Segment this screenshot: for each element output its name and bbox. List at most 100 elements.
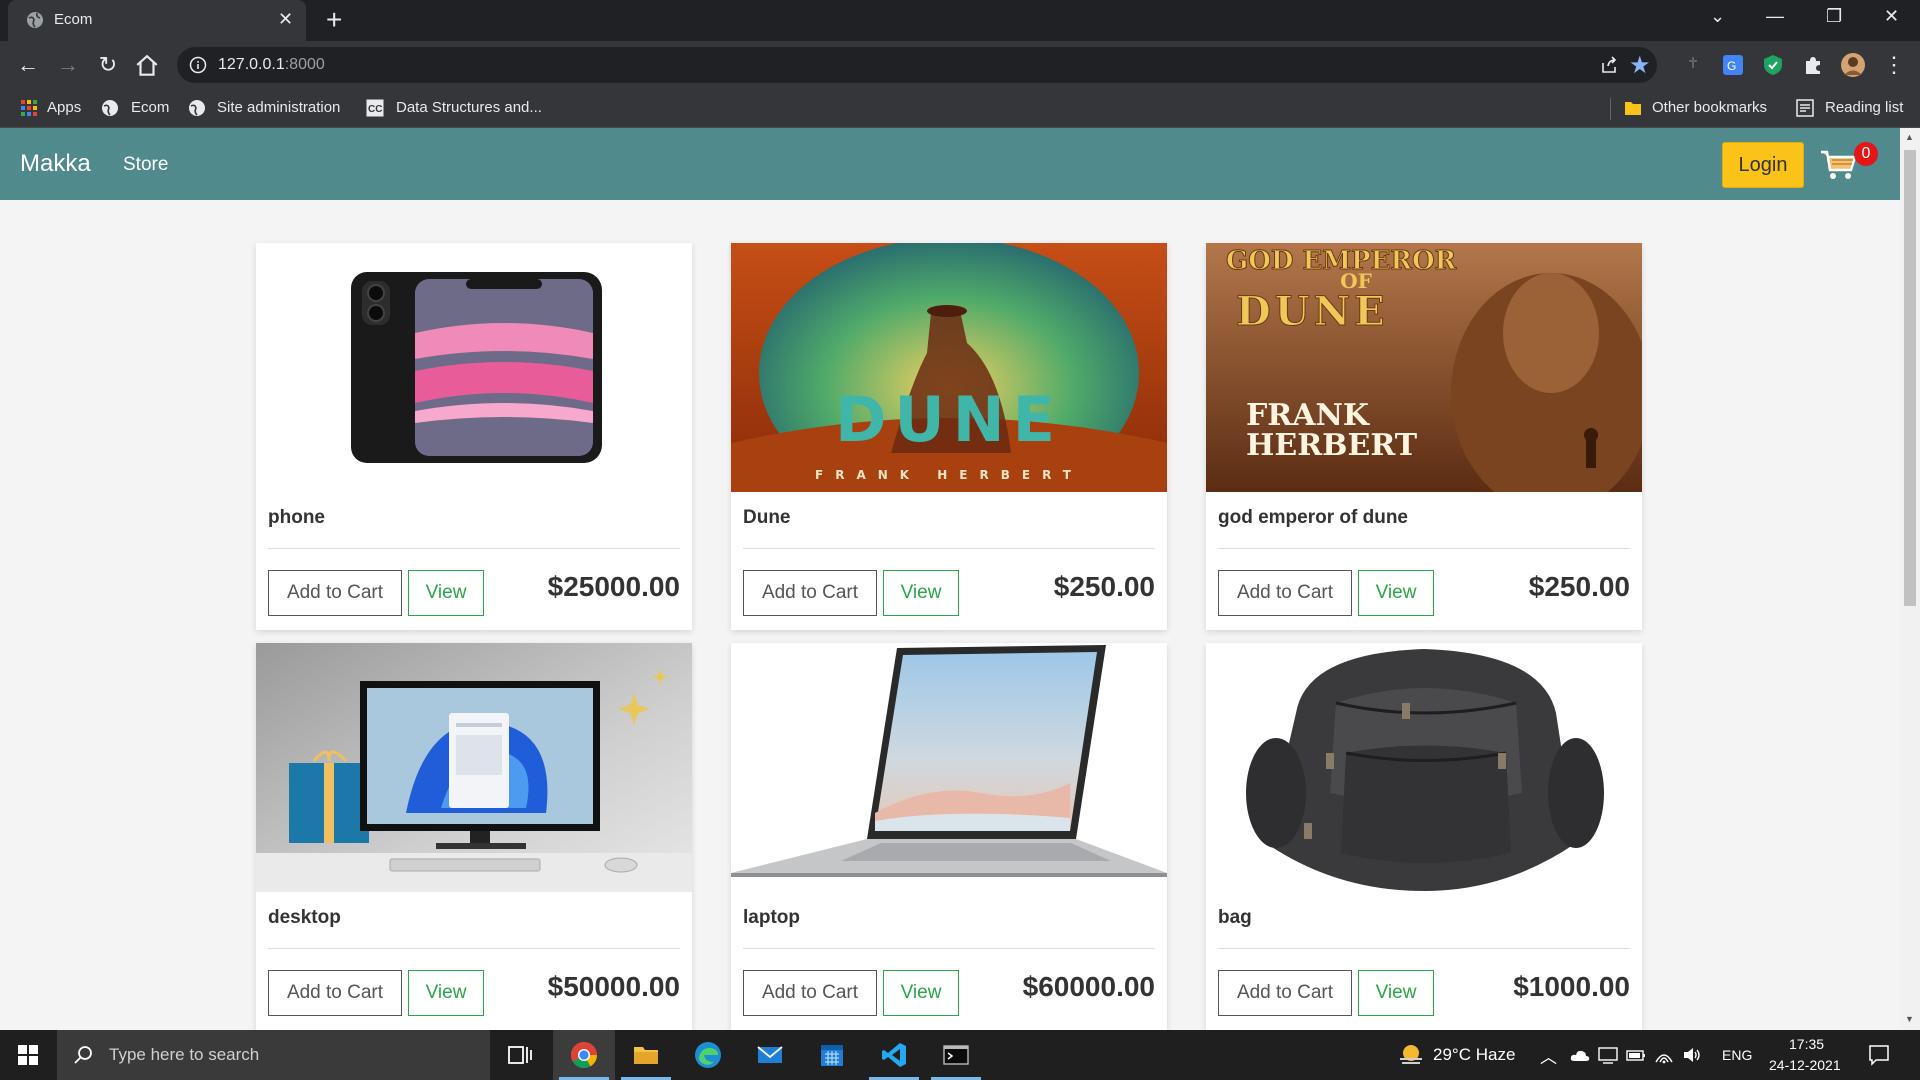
view-button[interactable]: View: [883, 570, 959, 616]
svg-text:CC: CC: [368, 104, 382, 115]
nav-store-link[interactable]: Store: [123, 154, 168, 176]
windows-taskbar: Type here to search 29°C Haze ︿ ENG 17:3…: [0, 1030, 1920, 1080]
taskbar-search-input[interactable]: Type here to search: [57, 1030, 490, 1080]
product-name: god emperor of dune: [1218, 507, 1408, 528]
minimize-icon[interactable]: —: [1766, 6, 1784, 27]
view-button[interactable]: View: [883, 970, 959, 1016]
scroll-down-arrow-icon[interactable]: ▼: [1905, 1014, 1914, 1024]
page-scrollbar[interactable]: ▲ ▼: [1900, 128, 1920, 1030]
bookmark-site-administration[interactable]: Site administration: [217, 99, 340, 116]
add-to-cart-button[interactable]: Add to Cart: [743, 570, 877, 616]
scroll-up-arrow-icon[interactable]: ▲: [1905, 132, 1914, 142]
bookmark-apps[interactable]: Apps: [47, 99, 81, 116]
network-status-icon[interactable]: [1598, 1046, 1618, 1064]
cart-count-badge: 0: [1854, 142, 1878, 166]
forward-icon[interactable]: →: [54, 51, 82, 79]
product-image-phone[interactable]: [256, 243, 692, 492]
product-card: DUNE FRANK HERBERT Dune Add to Cart View…: [731, 243, 1167, 630]
view-button[interactable]: View: [408, 970, 484, 1016]
battery-icon[interactable]: [1626, 1046, 1646, 1064]
product-image-laptop[interactable]: [731, 643, 1167, 892]
shield-extension-icon[interactable]: [1762, 54, 1784, 76]
tab-search-chevron-icon[interactable]: ⌄: [1710, 6, 1725, 27]
product-name: desktop: [268, 907, 341, 928]
clock-date[interactable]: 24-12-2021: [1769, 1057, 1841, 1073]
terminal-icon: [943, 1045, 969, 1065]
taskbar-edge[interactable]: [677, 1030, 739, 1080]
browser-tabstrip: Ecom ✕ + ⌄ — ❐ ✕: [0, 0, 1920, 41]
volume-icon[interactable]: [1682, 1046, 1702, 1064]
bookmarks-bar: Apps Ecom Site administration CC Data St…: [0, 90, 1920, 128]
reload-icon[interactable]: ↻: [94, 51, 122, 79]
add-to-cart-button[interactable]: Add to Cart: [268, 970, 402, 1016]
weather-haze-icon[interactable]: [1398, 1042, 1424, 1068]
share-icon[interactable]: [1599, 55, 1619, 75]
task-view-button[interactable]: [489, 1030, 551, 1080]
product-grid: phone Add to Cart View $25000.00 DUNE FR…: [0, 200, 1900, 1030]
site-navbar: Makka Store Login 0: [0, 128, 1900, 200]
cc-logo-icon: CC: [366, 99, 384, 117]
view-button[interactable]: View: [408, 570, 484, 616]
bookmark-ecom[interactable]: Ecom: [131, 99, 169, 116]
chrome-icon: [570, 1041, 598, 1069]
view-button[interactable]: View: [1358, 970, 1434, 1016]
extensions-puzzle-icon[interactable]: [1802, 54, 1824, 76]
product-price: $250.00: [1053, 571, 1155, 602]
taskbar-mail[interactable]: [739, 1030, 801, 1080]
product-image-dune[interactable]: DUNE FRANK HERBERT: [731, 243, 1167, 492]
clock-time[interactable]: 17:35: [1789, 1036, 1824, 1052]
edge-icon: [695, 1042, 721, 1068]
restore-icon[interactable]: ❐: [1826, 6, 1842, 27]
taskbar-terminal[interactable]: [925, 1030, 987, 1080]
wifi-icon[interactable]: [1654, 1046, 1674, 1064]
reading-list[interactable]: Reading list: [1825, 99, 1903, 116]
view-button[interactable]: View: [1358, 570, 1434, 616]
other-bookmarks[interactable]: Other bookmarks: [1652, 99, 1767, 116]
taskbar-chrome[interactable]: [553, 1030, 615, 1080]
product-image-bag[interactable]: [1206, 643, 1642, 892]
login-button[interactable]: Login: [1722, 142, 1804, 188]
taskbar-calendar[interactable]: [801, 1030, 863, 1080]
onedrive-cloud-icon[interactable]: [1570, 1046, 1590, 1064]
brand-logo[interactable]: Makka: [20, 150, 91, 178]
translate-icon[interactable]: G: [1722, 54, 1744, 76]
taskbar-vscode[interactable]: [863, 1030, 925, 1080]
input-language[interactable]: ENG: [1722, 1047, 1752, 1063]
close-tab-icon[interactable]: ✕: [278, 9, 293, 30]
shopping-cart-icon[interactable]: [1820, 148, 1858, 182]
notification-center-icon[interactable]: [1868, 1044, 1890, 1066]
extension-pin-icon[interactable]: [1682, 54, 1704, 76]
product-image-god-emperor[interactable]: GOD EMPEROR OF DUNE FRANK HERBERT: [1206, 243, 1642, 492]
bookmark-star-icon[interactable]: ★: [1629, 51, 1651, 80]
profile-avatar-icon[interactable]: [1840, 52, 1866, 78]
product-price: $250.00: [1528, 571, 1630, 602]
close-window-icon[interactable]: ✕: [1884, 6, 1899, 27]
bookmark-data-structures[interactable]: Data Structures and...: [396, 99, 542, 116]
add-to-cart-button[interactable]: Add to Cart: [1218, 570, 1352, 616]
reading-list-icon: [1796, 99, 1814, 117]
product-name: bag: [1218, 907, 1252, 928]
show-hidden-icons-chevron-icon[interactable]: ︿: [1540, 1043, 1557, 1068]
product-name: phone: [268, 507, 325, 528]
home-icon[interactable]: [134, 53, 160, 79]
product-image-desktop[interactable]: [256, 643, 692, 892]
menu-kebab-icon[interactable]: ⋮: [1880, 51, 1908, 79]
weather-text[interactable]: 29°C Haze: [1433, 1045, 1515, 1065]
site-info-icon[interactable]: [189, 56, 207, 74]
add-to-cart-button[interactable]: Add to Cart: [1218, 970, 1352, 1016]
address-bar[interactable]: 127.0.0.1:8000 ★: [177, 47, 1657, 83]
scrollbar-thumb[interactable]: [1904, 150, 1916, 606]
add-to-cart-button[interactable]: Add to Cart: [268, 570, 402, 616]
product-card: GOD EMPEROR OF DUNE FRANK HERBERT god em…: [1206, 243, 1642, 630]
browser-toolbar: ← → ↻ 127.0.0.1:8000 ★ G ⋮: [0, 41, 1920, 90]
windows-start-icon[interactable]: [18, 1045, 38, 1065]
new-tab-icon[interactable]: +: [326, 4, 342, 36]
card-divider: [743, 948, 1155, 949]
product-price: $50000.00: [547, 971, 680, 1002]
back-icon[interactable]: ←: [14, 51, 42, 79]
browser-tab[interactable]: Ecom ✕: [8, 0, 306, 41]
folder-icon: [1625, 102, 1641, 115]
cover-author-line2: HERBERT: [1246, 428, 1418, 463]
taskbar-file-explorer[interactable]: [615, 1030, 677, 1080]
add-to-cart-button[interactable]: Add to Cart: [743, 970, 877, 1016]
